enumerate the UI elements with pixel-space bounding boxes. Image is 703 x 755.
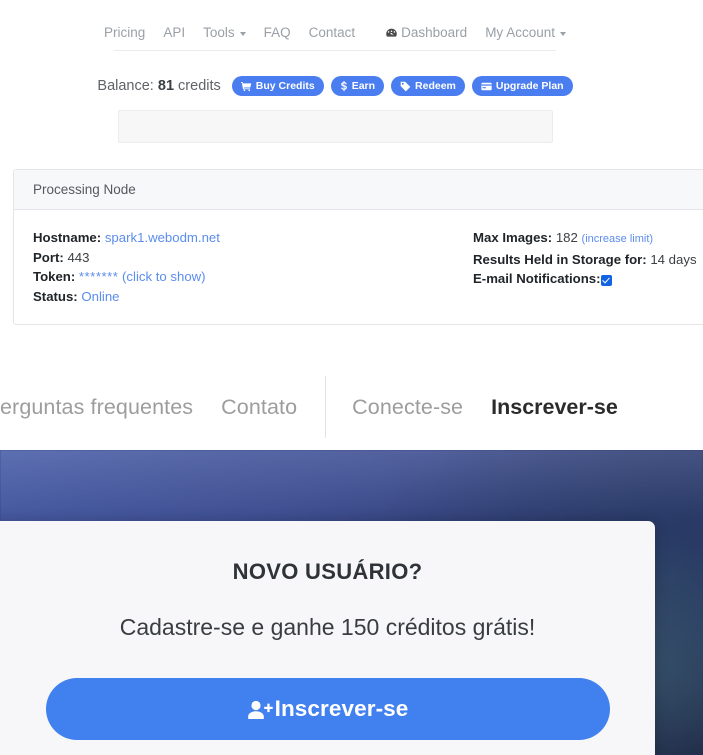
nav-item-faq[interactable]: FAQ <box>255 26 300 40</box>
redeem-label: Redeem <box>415 79 456 92</box>
nav-item-pricing[interactable]: Pricing <box>95 26 154 40</box>
balance-prefix: Balance: <box>97 78 154 94</box>
nav-label-pricing: Pricing <box>104 24 146 40</box>
processing-node-left-column: Hostname: spark1.webodm.net Port: 443 To… <box>33 228 473 306</box>
nav-item-api[interactable]: API <box>154 26 194 40</box>
chevron-down-icon <box>559 31 566 36</box>
balance-suffix: credits <box>178 78 221 94</box>
signup-button[interactable]: Inscrever-se <box>45 678 610 740</box>
page-root: Pricing API Tools FAQ Contact Dashboard … <box>0 0 703 755</box>
port-label: Port: <box>33 249 64 265</box>
user-plus-icon <box>247 698 273 720</box>
token-masked-value: ******* <box>78 269 119 284</box>
tachometer-icon <box>385 27 398 40</box>
nav-label-tools: Tools <box>203 24 235 40</box>
chevron-down-icon <box>239 31 246 36</box>
earn-label: Earn <box>351 79 376 92</box>
shopping-cart-icon <box>240 81 252 92</box>
upgrade-plan-button[interactable]: Upgrade Plan <box>471 76 573 96</box>
signup-card-title: NOVO USUÁRIO? <box>232 559 423 584</box>
dollar-sign-icon <box>340 80 348 92</box>
card-icon <box>481 81 492 92</box>
storage-row: Results Held in Storage for: 14 days <box>473 250 697 270</box>
token-label: Token: <box>33 269 76 284</box>
email-notifications-row: E-mail Notifications: <box>473 269 697 289</box>
increase-limit-link[interactable]: (increase limit) <box>582 233 654 245</box>
max-images-row: Max Images: 182 (increase limit) <box>473 228 697 250</box>
hostname-value[interactable]: spark1.webodm.net <box>105 230 220 245</box>
earn-button[interactable]: Earn <box>330 76 385 96</box>
hostname-label: Hostname: <box>33 230 102 245</box>
buy-credits-label: Buy Credits <box>255 79 315 92</box>
nav-label-contact: Contact <box>308 24 356 40</box>
pt-nav-item-contato[interactable]: Contato <box>221 395 297 420</box>
processing-node-title: Processing Node <box>33 182 136 197</box>
storage-value: 14 days <box>650 251 697 267</box>
pt-nav-divider <box>325 376 327 438</box>
token-show-link[interactable]: (click to show) <box>122 269 206 284</box>
nav-item-my-account[interactable]: My Account <box>476 26 575 40</box>
storage-label: Results Held in Storage for: <box>473 251 647 267</box>
top-navigation-bar: Pricing API Tools FAQ Contact Dashboard … <box>104 15 566 51</box>
buy-credits-button[interactable]: Buy Credits <box>231 76 324 96</box>
balance-amount: 81 <box>157 78 175 94</box>
pt-nav-item-conecte-se[interactable]: Conecte-se <box>352 395 463 420</box>
nav-item-tools[interactable]: Tools <box>194 26 255 40</box>
balance-label: Balance: 81 credits <box>97 78 220 94</box>
nav-item-dashboard[interactable]: Dashboard <box>376 26 476 40</box>
portuguese-navigation-bar: erguntas frequentes Contato Conecte-se I… <box>0 376 703 438</box>
status-label: Status: <box>33 288 78 304</box>
nav-label-my-account: My Account <box>485 24 555 40</box>
max-images-label: Max Images: <box>473 230 553 245</box>
nav-label-api: API <box>163 24 186 40</box>
email-notifications-label: E-mail Notifications: <box>473 271 601 286</box>
processing-node-body: Hostname: spark1.webodm.net Port: 443 To… <box>14 210 703 306</box>
port-value: 443 <box>67 249 90 265</box>
pt-nav-item-inscrever-se[interactable]: Inscrever-se <box>491 395 618 420</box>
empty-content-panel <box>118 110 553 143</box>
pt-nav-item-faq[interactable]: erguntas frequentes <box>0 395 193 420</box>
redeem-button[interactable]: Redeem <box>391 76 465 96</box>
token-row: Token: ******* (click to show) <box>33 267 473 287</box>
nav-label-dashboard: Dashboard <box>401 24 468 40</box>
signup-button-label: Inscrever-se <box>274 696 409 721</box>
processing-node-panel: Processing Node Hostname: spark1.webodm.… <box>13 169 703 325</box>
nav-item-contact[interactable]: Contact <box>300 26 365 40</box>
processing-node-header: Processing Node <box>14 170 703 210</box>
nav-label-faq: FAQ <box>263 24 291 40</box>
upgrade-plan-label: Upgrade Plan <box>495 79 564 92</box>
signup-button-container: Inscrever-se <box>0 678 655 740</box>
port-row: Port: 443 <box>33 248 473 268</box>
signup-card-subtitle: Cadastre-se e ganhe 150 créditos grátis! <box>119 614 536 640</box>
tag-icon <box>400 81 411 92</box>
hostname-row: Hostname: spark1.webodm.net <box>33 228 473 248</box>
status-value: Online <box>81 288 120 304</box>
status-row: Status: Online <box>33 287 473 307</box>
balance-bar: Balance: 81 credits Buy Credits Earn Red… <box>97 68 573 104</box>
max-images-value: 182 <box>555 230 578 245</box>
signup-card: NOVO USUÁRIO? Cadastre-se e ganhe 150 cr… <box>0 521 655 755</box>
hero-section: NOVO USUÁRIO? Cadastre-se e ganhe 150 cr… <box>0 450 703 755</box>
processing-node-right-column: Max Images: 182 (increase limit) Results… <box>473 228 697 306</box>
email-notifications-checkbox[interactable] <box>600 275 612 287</box>
